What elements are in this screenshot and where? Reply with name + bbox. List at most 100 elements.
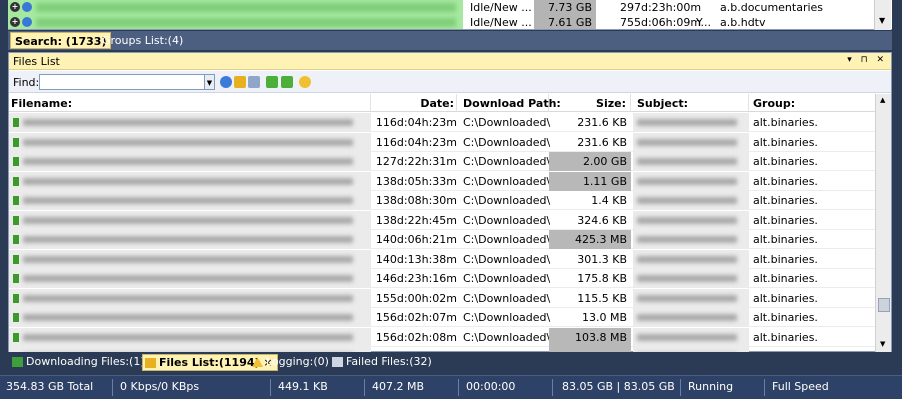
file-row[interactable]: 140d:06h:21m C:\Downloaded\ 425.3 MB alt.bi… (9, 230, 875, 249)
files-list-panel: Files List ▾ ⊓ ✕ Find: ▼ Filename: Date:… (8, 52, 892, 352)
top-scrollbar[interactable]: ▼ (874, 0, 891, 30)
file-size: 301.3 KB (577, 252, 627, 266)
android-icon[interactable] (266, 76, 278, 88)
file-date: 116d:04h:23m (375, 116, 457, 129)
scroll-up-icon[interactable]: ▲ (880, 96, 885, 104)
app-window: + Idle/New ... 7.73 GB 297d:23h:00m a.b.… (0, 0, 902, 399)
panel-window-buttons[interactable]: ▾ ⊓ ✕ (847, 55, 887, 65)
grid-scrollbar[interactable]: ▲ ▼ (875, 94, 891, 352)
file-name-cell (9, 269, 371, 288)
scroll-down-icon[interactable]: ▼ (879, 16, 885, 25)
file-icon (13, 215, 19, 225)
file-row[interactable]: 116d:04h:23m C:\Downloaded\ 231.6 KB alt.bi… (9, 132, 875, 152)
column-header-date[interactable]: Date: (373, 94, 457, 112)
file-row[interactable]: 138d:05h:33m C:\Downloaded\ 1.11 GB alt.bin… (9, 171, 875, 191)
download-icon (12, 357, 23, 367)
file-size: 231.6 KB (577, 135, 627, 149)
file-icon (13, 157, 19, 166)
status-icon (22, 17, 32, 27)
status-speed: 0 Kbps/0 KBps (120, 380, 200, 393)
file-name-cell (9, 210, 371, 230)
result-group: a.b.documentaries (720, 1, 824, 14)
result-age: 297d:23h:00m (620, 1, 702, 14)
file-icon (13, 313, 19, 322)
file-group: alt.binaries. (753, 272, 818, 285)
file-row[interactable]: 156d:02h:07m C:\Downloaded\ 13.0 MB alt.bin… (9, 308, 875, 327)
refresh-icon[interactable] (220, 76, 232, 88)
column-header-path[interactable]: Download Path: (459, 94, 561, 112)
radiation-icon[interactable] (299, 76, 311, 88)
file-subject-cell (633, 191, 749, 210)
column-header-filename[interactable]: Filename: (11, 94, 371, 112)
file-date: 138d:22h:45m (375, 213, 457, 227)
file-row[interactable]: 140d:13h:38m C:\Downloaded\ 301.3 KB alt.bi… (9, 249, 875, 269)
file-group: alt.binaries. (753, 194, 818, 207)
tab-failed-files[interactable]: Failed Files:(32) (330, 354, 436, 371)
file-path: C:\Downloaded\ (463, 252, 551, 266)
file-row[interactable]: 156d:02h:08m C:\Downloaded\ 103.8 MB alt.bi… (9, 327, 875, 347)
status-divider (458, 379, 459, 396)
result-filename: + (8, 0, 463, 15)
file-group: alt.binaries. (753, 213, 818, 227)
android-alt-icon[interactable] (281, 76, 293, 88)
file-size: 13.0 MB (581, 311, 627, 324)
bottom-tab-strip: Downloading Files:(1) Files List:(1194) … (8, 352, 892, 372)
tab-label: Logging:(0) (266, 355, 329, 368)
file-size: 103.8 MB (549, 327, 631, 347)
file-group: alt.binaries. (753, 116, 818, 129)
search-result-row[interactable]: + Idle/New ... 7.73 GB 297d:23h:00m a.b.… (8, 0, 892, 15)
search-results-list[interactable]: + Idle/New ... 7.73 GB 297d:23h:00m a.b.… (8, 0, 892, 30)
status-divider (552, 379, 553, 396)
file-name-cell (9, 113, 371, 132)
file-date: 146d:23h:16m (375, 272, 457, 285)
file-size: 1.4 KB (591, 194, 627, 207)
status-divider (270, 379, 271, 396)
file-date: 116d:04h:23m (375, 135, 457, 149)
file-row[interactable]: 138d:22h:45m C:\Downloaded\ 324.6 KB alt.bi… (9, 210, 875, 230)
file-path: C:\Downloaded\ (463, 330, 551, 344)
file-path: C:\Downloaded\ (463, 213, 551, 227)
file-group: alt.binaries. (753, 291, 818, 305)
file-row[interactable]: 138d:08h:30m C:\Downloaded\ 1.4 KB alt.bina… (9, 191, 875, 210)
expand-icon[interactable]: + (10, 2, 20, 12)
file-path: C:\Downloaded\ (463, 116, 551, 129)
file-row[interactable]: 146d:23h:16m C:\Downloaded\ 175.8 KB alt.bi… (9, 269, 875, 288)
file-icon (13, 293, 19, 303)
tab-search[interactable]: Search: (1733) (10, 32, 112, 49)
files-grid[interactable]: 116d:04h:23m C:\Downloaded\ 231.6 KB alt.bi… (9, 113, 875, 352)
chevron-down-icon[interactable]: ▼ (205, 74, 215, 90)
tab-logging[interactable]: Logging:(0) (250, 354, 333, 371)
column-header-group[interactable]: Group: (751, 94, 873, 112)
status-mode: Full Speed (772, 380, 829, 393)
status-divider (680, 379, 681, 396)
file-path: C:\Downloaded\ (463, 233, 551, 246)
tab-label: Failed Files:(32) (346, 355, 432, 368)
file-row[interactable]: 127d:22h:31m C:\Downloaded\ 2.00 GB alt.bin… (9, 152, 875, 171)
file-size: 324.6 KB (577, 213, 627, 227)
column-header-size[interactable]: Size: (549, 94, 631, 112)
find-input[interactable] (39, 74, 205, 90)
grid-header: Filename: Date: Download Path: Size: Sub… (9, 94, 875, 112)
file-group: alt.binaries. (753, 135, 818, 149)
panel-title: Files List (13, 55, 60, 68)
file-icon (13, 332, 19, 342)
file-group: alt.binaries. (753, 174, 818, 188)
scroll-thumb[interactable] (878, 298, 890, 312)
file-row[interactable]: 155d:00h:02m C:\Downloaded\ 115.5 KB alt.bi… (9, 288, 875, 308)
result-filename: + (8, 15, 463, 29)
result-size: 7.73 GB (534, 0, 596, 15)
file-subject-cell (633, 327, 749, 347)
file-subject-cell (633, 171, 749, 191)
column-header-subject[interactable]: Subject: (633, 94, 749, 112)
tab-downloading-files[interactable]: Downloading Files:(1) (10, 354, 149, 371)
edit-icon[interactable] (234, 76, 246, 88)
find-label: Find: (13, 76, 40, 89)
expand-icon[interactable]: + (10, 17, 20, 27)
status-value-1: 449.1 KB (278, 380, 328, 393)
tab-groups-list[interactable]: Groups List:(4) (98, 32, 187, 49)
search-result-row[interactable]: + Idle/New ... 7.61 GB 755d:06h:09m Y...… (8, 15, 892, 29)
scroll-down-icon[interactable]: ▼ (880, 340, 885, 348)
export-icon[interactable] (248, 76, 260, 88)
file-icon (13, 196, 19, 205)
file-row[interactable]: 116d:04h:23m C:\Downloaded\ 231.6 KB alt.bi… (9, 113, 875, 132)
